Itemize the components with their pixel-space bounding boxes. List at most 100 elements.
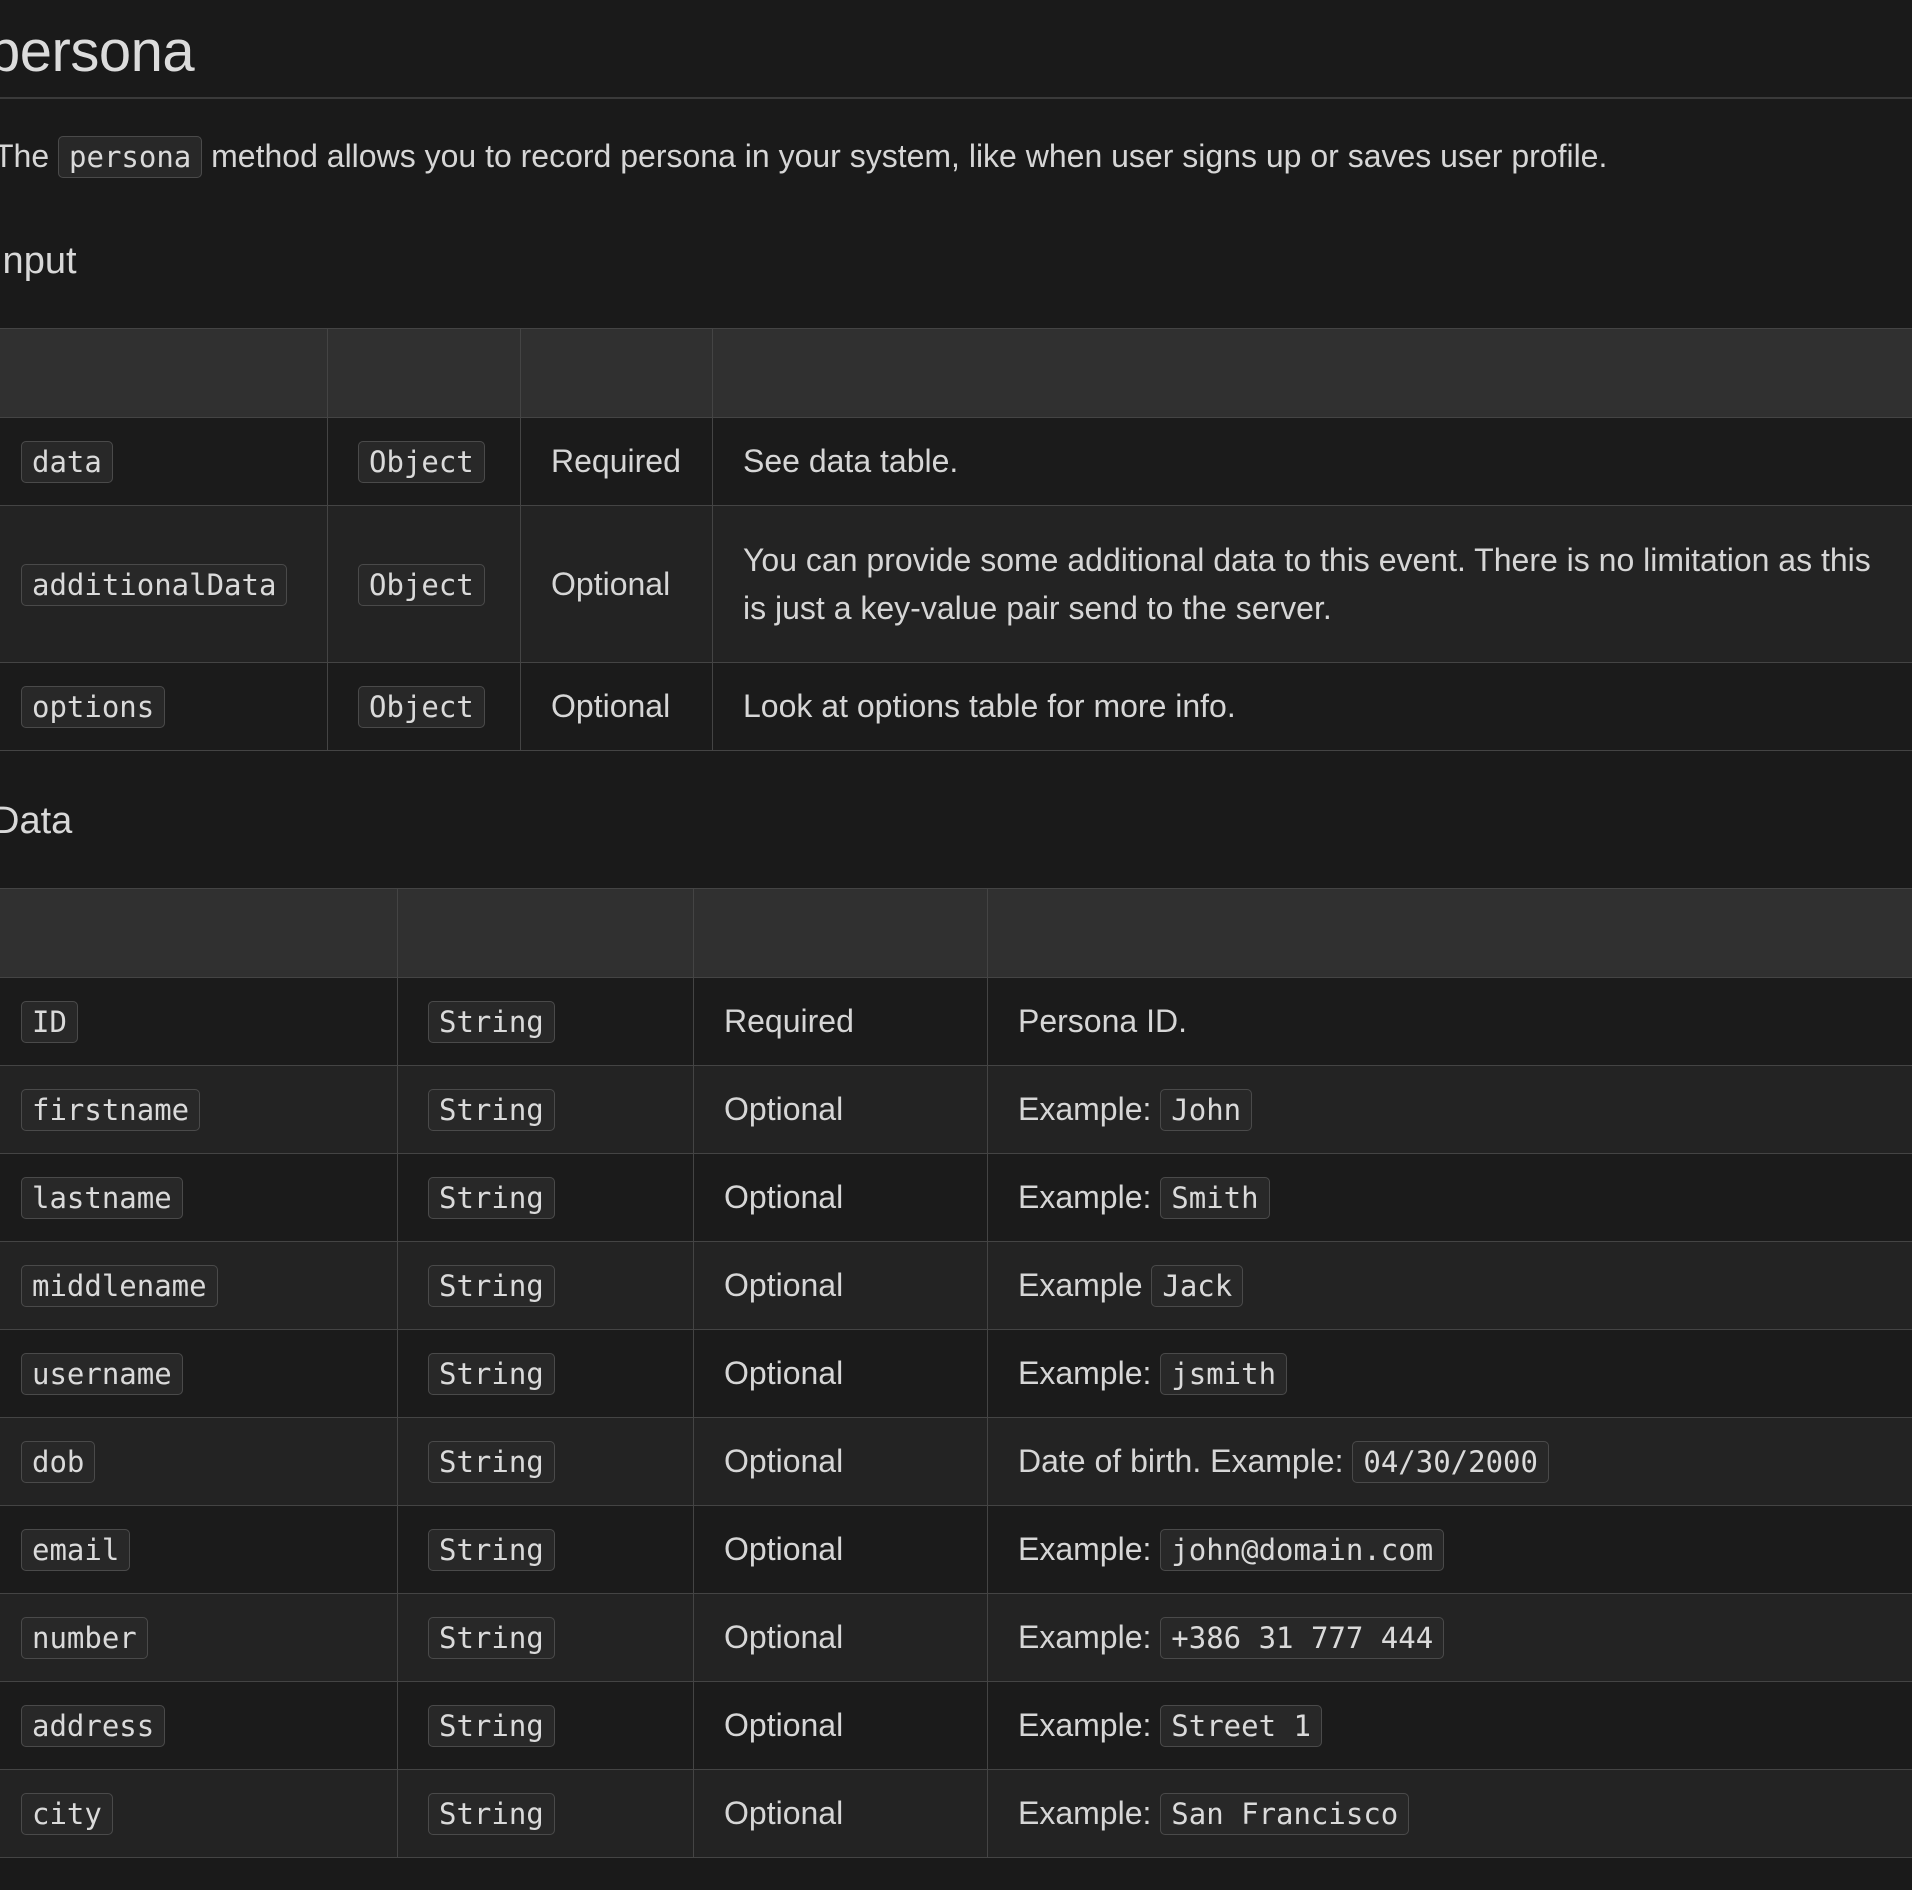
field-name: username	[21, 1353, 183, 1395]
data-col-required	[693, 888, 988, 978]
field-required: Optional	[693, 1329, 988, 1418]
field-name: dob	[21, 1441, 96, 1483]
field-required: Optional	[693, 1065, 988, 1154]
param-description: See data table.	[712, 417, 1912, 506]
field-example: +386 31 777 444	[1160, 1617, 1445, 1659]
field-type: String	[428, 1705, 555, 1747]
field-name: lastname	[21, 1177, 183, 1219]
field-type: String	[428, 1353, 555, 1395]
table-row: firstname String Optional Example: John	[0, 1065, 1912, 1154]
table-row: ID String Required Persona ID.	[0, 977, 1912, 1066]
data-col-type	[397, 888, 694, 978]
field-example: Smith	[1160, 1177, 1270, 1219]
field-name: firstname	[21, 1089, 201, 1131]
intro-paragraph: The persona method allows you to record …	[0, 132, 1607, 181]
input-col-description	[712, 328, 1912, 418]
doc-page: persona The persona method allows you to…	[0, 0, 1912, 1890]
input-heading: Input	[0, 240, 77, 282]
field-name: email	[21, 1529, 131, 1571]
data-heading: Data	[0, 800, 73, 842]
field-required: Optional	[693, 1153, 988, 1242]
field-description: Date of birth. Example: 04/30/2000	[987, 1417, 1912, 1506]
field-description-text: Example	[1018, 1267, 1143, 1303]
field-description-text: Example:	[1018, 1707, 1152, 1743]
input-table-header	[0, 328, 1912, 418]
field-example: 04/30/2000	[1352, 1441, 1549, 1483]
field-required: Optional	[693, 1681, 988, 1770]
param-required: Optional	[520, 505, 713, 663]
field-description-text: Persona ID.	[1018, 1003, 1187, 1039]
field-description-text: Example:	[1018, 1795, 1152, 1831]
field-name: ID	[21, 1001, 78, 1043]
field-description: Example: John	[987, 1065, 1912, 1154]
table-row: data Object Required See data table.	[0, 417, 1912, 506]
field-description-text: Example:	[1018, 1179, 1152, 1215]
data-col-description	[987, 888, 1912, 978]
table-row: dob String Optional Date of birth. Example:…	[0, 1417, 1912, 1506]
input-table: data Object Required See data table. add…	[0, 328, 1912, 751]
param-name: data	[21, 441, 113, 483]
field-type: String	[428, 1441, 555, 1483]
param-type: Object	[358, 686, 485, 728]
input-col-name	[0, 328, 328, 418]
field-example: jsmith	[1160, 1353, 1288, 1395]
intro-prefix: The	[0, 138, 50, 174]
param-required: Required	[520, 417, 713, 506]
param-name: options	[21, 686, 166, 728]
input-col-required	[520, 328, 713, 418]
field-type: String	[428, 1617, 555, 1659]
field-description: Example: Street 1	[987, 1681, 1912, 1770]
table-row: email String Optional Example: john@domain.…	[0, 1505, 1912, 1594]
field-name: address	[21, 1705, 166, 1747]
field-type: String	[428, 1177, 555, 1219]
field-required: Optional	[693, 1769, 988, 1858]
field-description: Example Jack	[987, 1241, 1912, 1330]
field-description-text: Example:	[1018, 1091, 1152, 1127]
data-table-header	[0, 888, 1912, 978]
param-description: Look at options table for more info.	[712, 662, 1912, 751]
data-table: ID String Required Persona ID. firstname Stri…	[0, 888, 1912, 1858]
data-table-body: ID String Required Persona ID. firstname Stri…	[0, 977, 1912, 1858]
intro-suffix: method allows you to record persona in y…	[211, 138, 1608, 174]
param-name: additionalData	[21, 563, 288, 606]
page-title: persona	[0, 19, 195, 84]
field-example: Street 1	[1160, 1705, 1322, 1747]
field-description: Example: San Francisco	[987, 1769, 1912, 1858]
field-type: String	[428, 1089, 555, 1131]
table-row: options Object Optional Look at options …	[0, 662, 1912, 751]
table-row: number String Optional Example: +386 31 777…	[0, 1593, 1912, 1682]
field-description-text: Example:	[1018, 1531, 1152, 1567]
field-required: Optional	[693, 1593, 988, 1682]
field-example: John	[1160, 1089, 1253, 1131]
field-example: San Francisco	[1160, 1793, 1410, 1835]
param-type: Object	[358, 441, 485, 483]
table-row: middlename String Optional Example Jack	[0, 1241, 1912, 1330]
intro-code: persona	[58, 136, 203, 178]
table-row: additionalData Object Optional You can p…	[0, 505, 1912, 663]
field-description: Example: +386 31 777 444	[987, 1593, 1912, 1682]
table-row: city String Optional Example: San Francisco	[0, 1769, 1912, 1858]
field-type: String	[428, 1001, 555, 1043]
field-example: Jack	[1151, 1265, 1244, 1307]
field-required: Optional	[693, 1505, 988, 1594]
field-type: String	[428, 1265, 555, 1307]
field-description: Example: Smith	[987, 1153, 1912, 1242]
field-description: Example: jsmith	[987, 1329, 1912, 1418]
field-description: Persona ID.	[987, 977, 1912, 1066]
param-type: Object	[358, 563, 485, 606]
field-example: john@domain.com	[1160, 1529, 1445, 1571]
field-type: String	[428, 1793, 555, 1835]
field-type: String	[428, 1529, 555, 1571]
field-required: Optional	[693, 1241, 988, 1330]
field-description-text: Date of birth. Example:	[1018, 1443, 1344, 1479]
table-row: address String Optional Example: Street 1	[0, 1681, 1912, 1770]
field-description-text: Example:	[1018, 1619, 1152, 1655]
field-description: Example: john@domain.com	[987, 1505, 1912, 1594]
table-row: username String Optional Example: jsmith	[0, 1329, 1912, 1418]
field-description-text: Example:	[1018, 1355, 1152, 1391]
table-row: lastname String Optional Example: Smith	[0, 1153, 1912, 1242]
field-name: middlename	[21, 1265, 218, 1307]
param-required: Optional	[520, 662, 713, 751]
field-name: city	[21, 1793, 113, 1835]
data-col-name	[0, 888, 398, 978]
